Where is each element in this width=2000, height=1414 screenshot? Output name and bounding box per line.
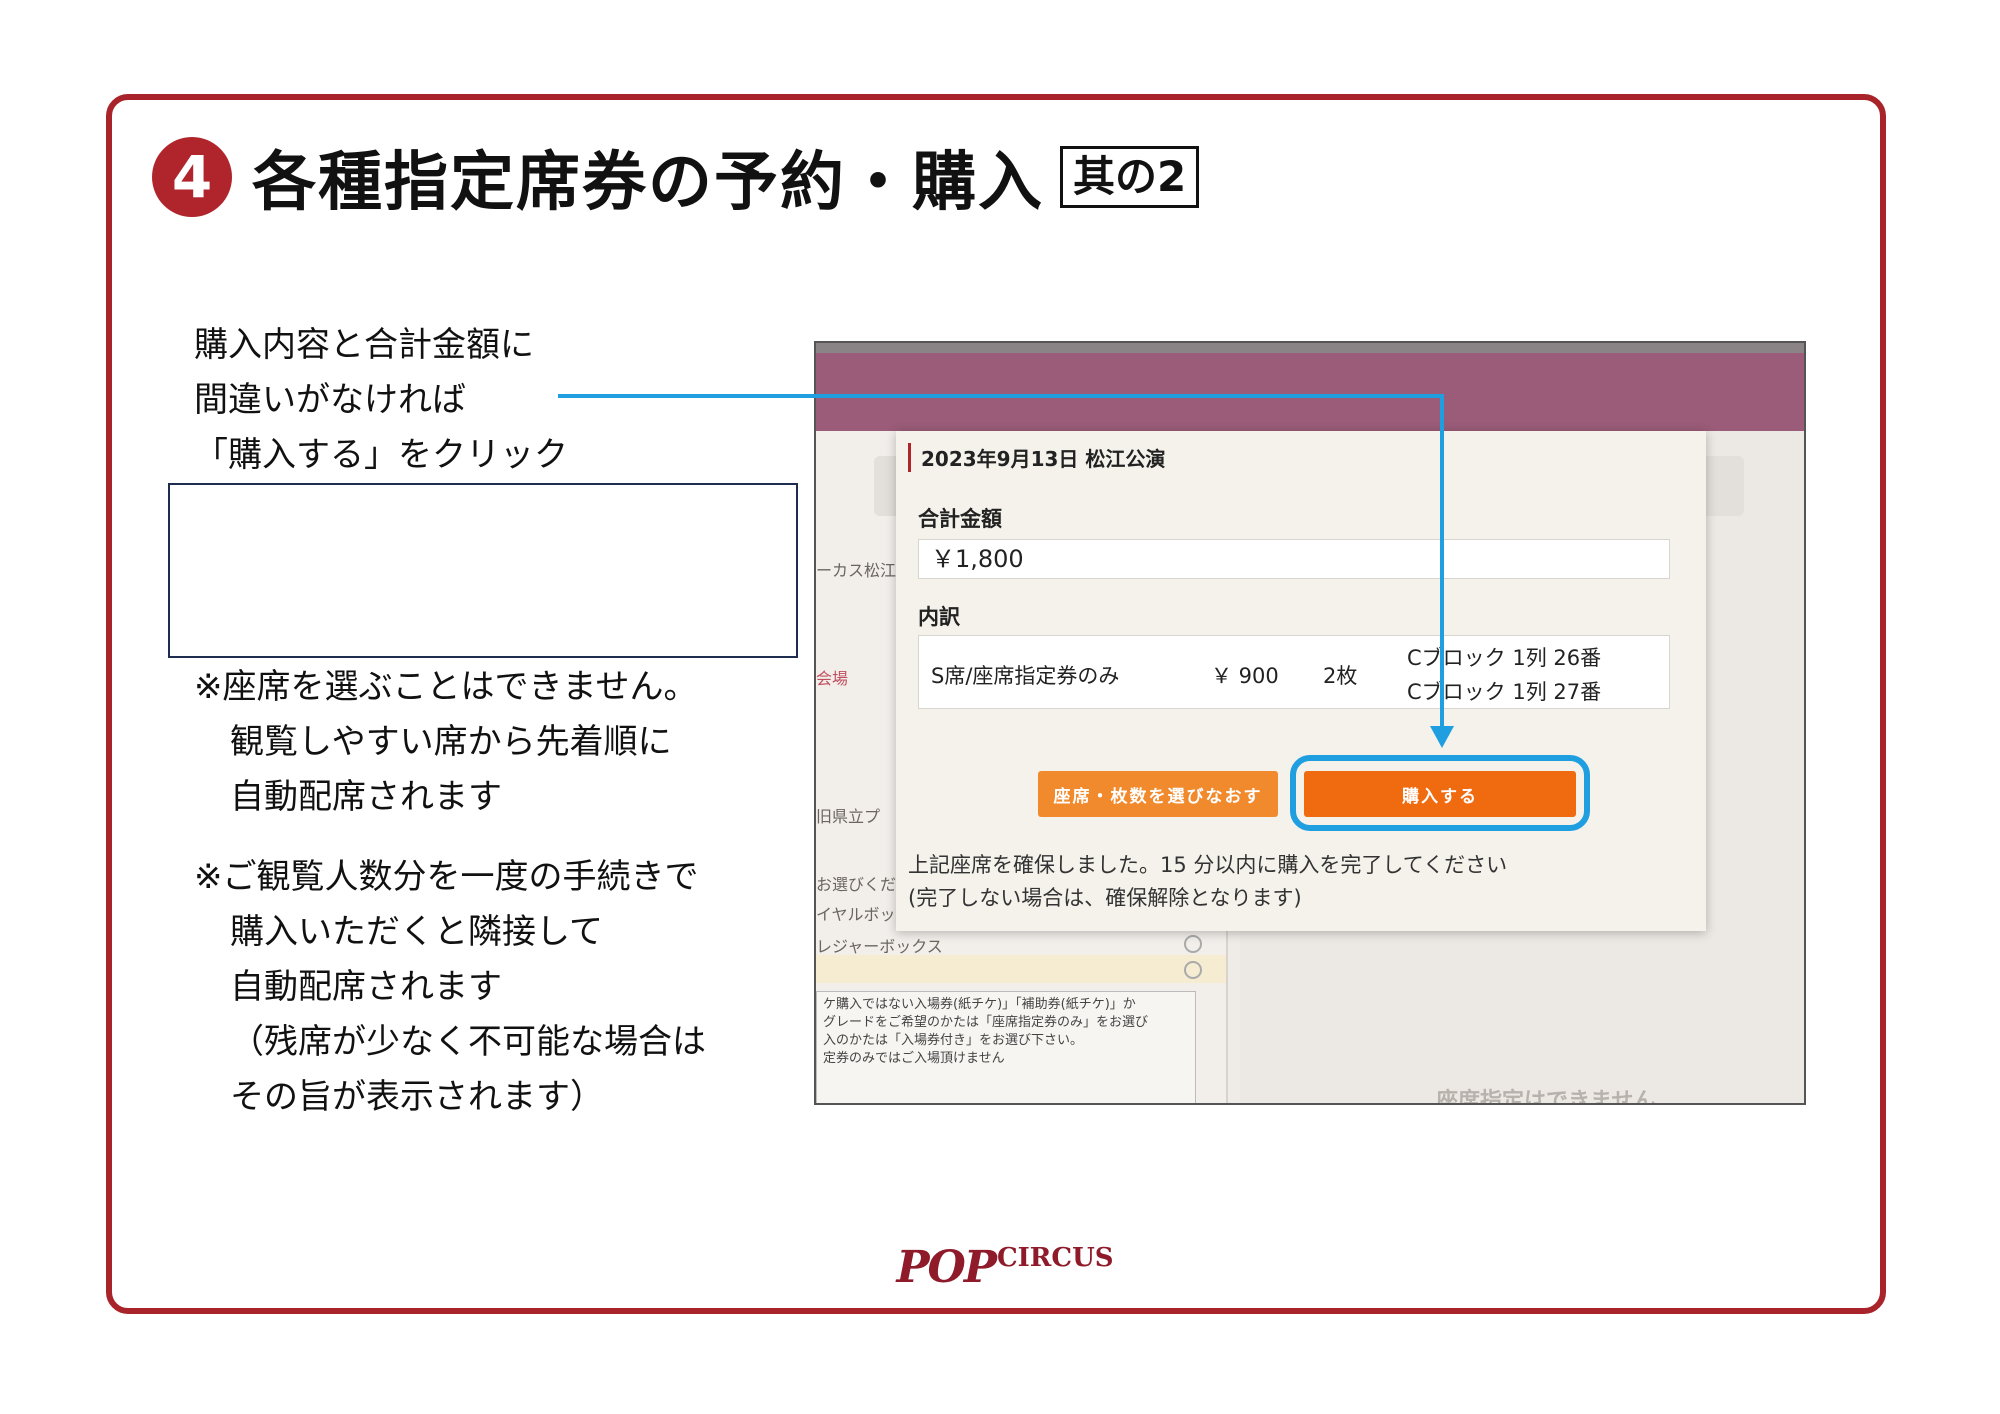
breakdown-label: 内訳: [918, 605, 960, 629]
note-seat-selection: ※座席を選ぶことはできません。 観覧しやすい席から先着順に 自動配席されます: [194, 660, 697, 825]
step-number-badge: 4: [152, 137, 232, 217]
purchase-screenshot: ーカス松江 会場 旧県立プ お選びくだ イヤルボック レジャーボックス ケ購入で…: [814, 341, 1806, 1105]
page-title: 4 各種指定席券の予約・購入 其の2: [152, 132, 1200, 222]
instruction-text: 購入内容と合計金額に 間違いがなければ 「購入する」をクリック: [194, 318, 568, 483]
bg-text: 会場: [816, 669, 849, 688]
note-line: （残席が少なく不可能な場合は: [230, 1022, 706, 1062]
note-adjacent-seating: ※ご観覧人数分を一度の手続きで 購入いただくと隣接して 自動配席されます （残席…: [194, 850, 706, 1125]
item-name: S席/座席指定券のみ: [931, 664, 1120, 688]
note-line: ※ご観覧人数分を一度の手続きで: [194, 857, 699, 897]
instruction-line: 間違いがなければ: [194, 380, 466, 420]
seat-2: Cブロック 1列 27番: [1407, 680, 1602, 704]
bg-text: ーカス松江: [816, 561, 897, 580]
message-line: 上記座席を確保しました。15 分以内に購入を完了してください: [908, 853, 1508, 877]
modal-date-venue: 2023年9月13日 松江公演: [908, 443, 1165, 472]
total-label: 合計金額: [918, 507, 1002, 531]
breakdown-row: S席/座席指定券のみ ￥ 900 2枚 Cブロック 1列 26番 Cブロック 1…: [918, 635, 1670, 709]
bg-highlight-row: [816, 955, 1226, 983]
no-seat-text: 座席指定はできません: [1436, 1089, 1656, 1105]
blank-box: [168, 483, 798, 658]
plus-icon: [1184, 935, 1202, 953]
bg-text: レジャーボックス: [816, 937, 943, 956]
plus-icon: [1184, 961, 1202, 979]
note-line: 購入いただくと隣接して: [230, 912, 603, 952]
reservation-message: 上記座席を確保しました。15 分以内に購入を完了してください (完了しない場合は…: [908, 849, 1507, 915]
note-line: 自動配席されます: [230, 777, 502, 817]
bg-text: お選びくだ: [816, 875, 897, 894]
buy-button[interactable]: 購入する: [1304, 771, 1576, 817]
pop-circus-logo: POP CIRCUS: [896, 1241, 1114, 1293]
title-text: 各種指定席券の予約・購入: [252, 146, 1044, 220]
bg-text: 旧県立プ: [816, 807, 881, 826]
instruction-line: 「購入する」をクリック: [194, 435, 568, 475]
item-price: ￥ 900: [1211, 664, 1279, 688]
bg-note-box: ケ購入ではない入場券(紙チケ)」「補助券(紙チケ)」か グレードをご希望のかたは…: [816, 991, 1196, 1103]
note-line: 観覧しやすい席から先着順に: [230, 722, 672, 762]
message-line: (完了しない場合は、確保解除となります): [908, 886, 1302, 910]
total-amount: ￥1,800: [918, 539, 1670, 579]
item-quantity: 2枚: [1323, 664, 1358, 688]
note-line: その旨が表示されます）: [230, 1077, 604, 1117]
reselect-seats-button[interactable]: 座席・枚数を選びなおす: [1038, 771, 1278, 817]
site-header: [816, 343, 1804, 431]
purchase-modal: 2023年9月13日 松江公演 合計金額 ￥1,800 内訳 S席/座席指定券の…: [896, 431, 1706, 931]
seat-1: Cブロック 1列 26番: [1407, 646, 1602, 670]
note-line: 自動配席されます: [230, 967, 502, 1007]
note-line: ※座席を選ぶことはできません。: [194, 667, 698, 707]
instruction-line: 購入内容と合計金額に: [194, 325, 534, 365]
title-tag: 其の2: [1060, 146, 1200, 208]
